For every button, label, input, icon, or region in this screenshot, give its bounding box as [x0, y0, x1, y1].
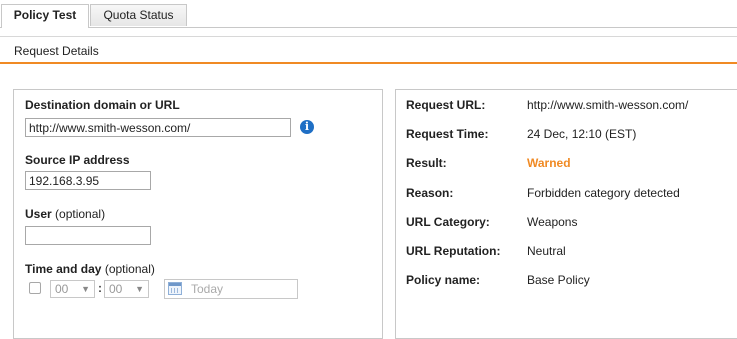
- chevron-down-icon: ▼: [81, 284, 90, 294]
- url-reputation-label: URL Reputation:: [406, 244, 501, 258]
- section-header: Request Details: [0, 36, 737, 64]
- result-label: Result:: [406, 156, 447, 170]
- info-icon[interactable]: i: [300, 120, 314, 134]
- url-category-label: URL Category:: [406, 215, 490, 229]
- request-time-value: 24 Dec, 12:10 (EST): [527, 127, 637, 141]
- reason-label: Reason:: [406, 186, 454, 200]
- minute-value: 00: [109, 282, 123, 296]
- tab-quota-status[interactable]: Quota Status: [90, 4, 187, 26]
- time-day-optional-text: (optional): [104, 262, 155, 276]
- source-ip-label: Source IP address: [25, 153, 130, 167]
- reason-value: Forbidden category detected: [527, 186, 680, 200]
- time-day-label-text: Time and day: [25, 262, 102, 276]
- hour-value: 00: [55, 282, 69, 296]
- destination-label: Destination domain or URL: [25, 98, 180, 112]
- source-ip-input[interactable]: [25, 171, 151, 190]
- calendar-icon[interactable]: [168, 282, 182, 295]
- user-label-text: User: [25, 207, 52, 221]
- user-label: User (optional): [25, 207, 105, 221]
- user-optional-text: (optional): [55, 207, 106, 221]
- url-reputation-value: Neutral: [527, 244, 566, 258]
- request-url-label: Request URL:: [406, 98, 486, 112]
- chevron-down-icon: ▼: [135, 284, 144, 294]
- section-title: Request Details: [14, 44, 99, 58]
- time-day-label: Time and day (optional): [25, 262, 155, 276]
- request-url-value: http://www.smith-wesson.com/: [527, 98, 689, 112]
- result-value: Warned: [527, 156, 571, 170]
- date-input[interactable]: Today: [164, 279, 298, 299]
- time-day-checkbox[interactable]: [29, 282, 41, 294]
- request-time-label: Request Time:: [406, 127, 489, 141]
- policy-name-value: Base Policy: [527, 273, 590, 287]
- url-category-value: Weapons: [527, 215, 578, 229]
- destination-input[interactable]: [25, 118, 291, 137]
- user-input[interactable]: [25, 226, 151, 245]
- policy-name-label: Policy name:: [406, 273, 481, 287]
- hour-select[interactable]: 00 ▼: [50, 280, 95, 298]
- minute-select[interactable]: 00 ▼: [104, 280, 149, 298]
- date-placeholder: Today: [191, 282, 224, 296]
- tab-bar: Policy Test Quota Status: [0, 0, 737, 28]
- tab-policy-test[interactable]: Policy Test: [1, 4, 89, 28]
- time-separator: :: [98, 281, 102, 295]
